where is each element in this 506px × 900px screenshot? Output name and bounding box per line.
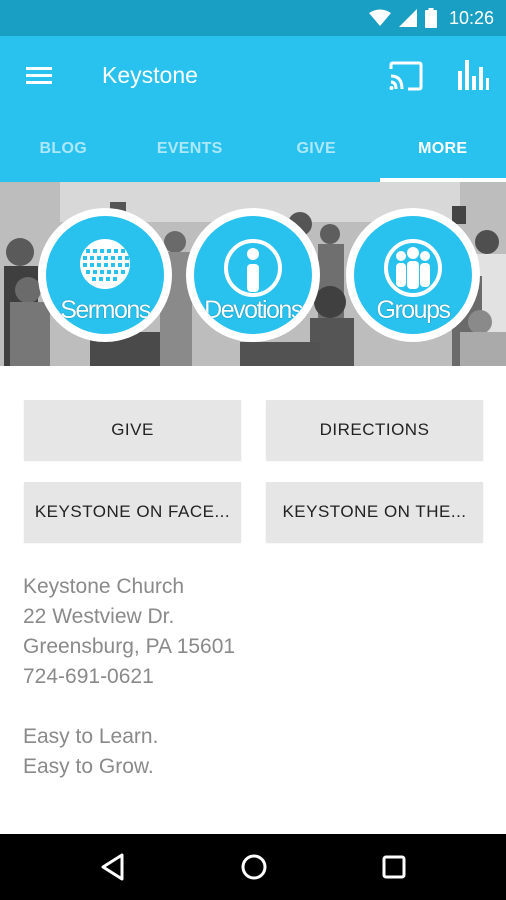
tab-label: EVENTS xyxy=(156,140,223,157)
web-button[interactable]: KEYSTONE ON THE... xyxy=(266,482,483,542)
church-info: Keystone Church 22 Westview Dr. Greensbu… xyxy=(23,572,483,782)
sermons-circle: Sermons xyxy=(46,216,164,334)
status-time: 10:26 xyxy=(448,7,494,28)
groups-circle: Groups xyxy=(354,216,472,334)
church-city: Greensburg, PA 15601 xyxy=(23,635,236,658)
stats-icon[interactable] xyxy=(456,58,490,92)
directions-button[interactable]: DIRECTIONS xyxy=(266,400,483,460)
sermons-label: Sermons xyxy=(60,296,151,324)
devotions-button[interactable]: Devotions xyxy=(186,208,320,342)
facebook-button[interactable]: KEYSTONE ON FACE... xyxy=(24,482,241,542)
church-street: 22 Westview Dr. xyxy=(23,605,175,628)
tab-label: BLOG xyxy=(39,140,87,157)
system-nav-bar xyxy=(0,834,506,900)
tagline-2: Easy to Grow. xyxy=(23,755,154,778)
app-title: Keystone xyxy=(102,62,198,88)
tab-more[interactable]: MORE xyxy=(379,116,506,182)
tab-label: MORE xyxy=(418,140,468,157)
tab-bar: BLOG EVENTS GIVE MORE xyxy=(0,116,506,182)
devotions-circle: Devotions xyxy=(194,216,312,334)
menu-icon[interactable] xyxy=(24,62,56,90)
cast-icon[interactable] xyxy=(388,60,424,92)
back-icon[interactable] xyxy=(98,851,130,883)
church-phone: 724-691-0621 xyxy=(23,665,154,688)
devotions-label: Devotions xyxy=(204,296,303,324)
church-name: Keystone Church xyxy=(23,575,185,598)
tab-blog[interactable]: BLOG xyxy=(0,116,127,182)
tab-events[interactable]: EVENTS xyxy=(127,116,254,182)
battery-icon xyxy=(424,8,437,28)
app-bar: Keystone xyxy=(0,36,506,116)
cell-signal-icon xyxy=(398,9,417,27)
hero-banner: Sermons Devotions Groups xyxy=(0,182,506,366)
give-button[interactable]: GIVE xyxy=(24,400,241,460)
recents-icon[interactable] xyxy=(378,851,410,883)
tab-label: GIVE xyxy=(296,140,336,157)
status-bar: 10:26 xyxy=(0,0,506,36)
groups-label: Groups xyxy=(376,296,451,324)
home-icon[interactable] xyxy=(238,851,270,883)
wifi-icon xyxy=(368,9,391,27)
tab-give[interactable]: GIVE xyxy=(253,116,380,182)
sermons-button[interactable]: Sermons xyxy=(38,208,172,342)
tagline-1: Easy to Learn. xyxy=(23,725,159,748)
groups-button[interactable]: Groups xyxy=(346,208,480,342)
